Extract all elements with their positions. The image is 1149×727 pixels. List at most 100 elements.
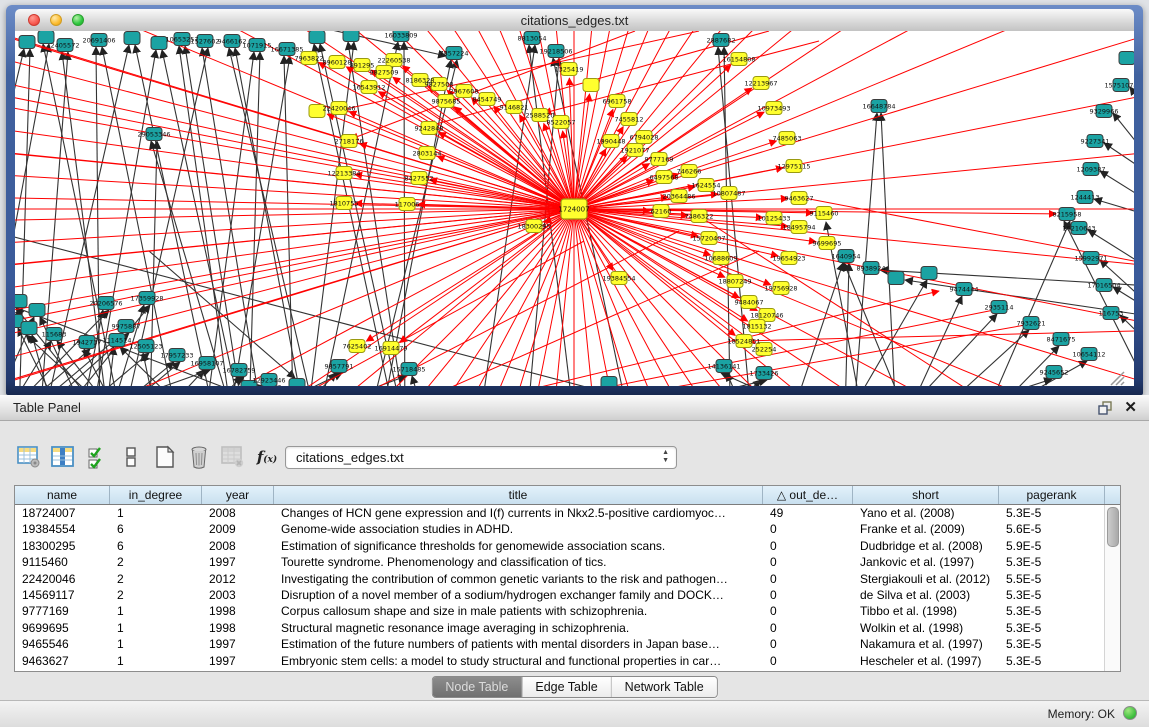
graph-node-label: 7963822 xyxy=(295,54,324,62)
cell-name: 22420046 xyxy=(15,571,110,587)
graph-node-label: 10125433 xyxy=(757,214,790,222)
table-row[interactable]: 1872400712008Changes of HCN gene express… xyxy=(15,505,1120,521)
graph-node-label: 1810755 xyxy=(330,199,359,207)
cell-in_degree: 6 xyxy=(110,521,202,537)
graph-node-label: 22420046 xyxy=(322,104,355,112)
graph-node[interactable] xyxy=(21,322,37,335)
graph-node-label: 15718485 xyxy=(392,365,425,373)
graph-node-label: 9474444 xyxy=(950,285,979,293)
select-rows-icon[interactable] xyxy=(84,444,110,470)
scrollbar-thumb[interactable] xyxy=(1107,507,1119,547)
graph-node-label: 1244413 xyxy=(1071,193,1100,201)
table-panel-title: Table Panel xyxy=(13,400,81,415)
cell-name: 19384554 xyxy=(15,521,110,537)
table-row[interactable]: 1456911722003Disruption of a novel membe… xyxy=(15,587,1120,603)
cell-name: 9777169 xyxy=(15,603,110,619)
show-column-icon[interactable] xyxy=(50,444,76,470)
graph-node[interactable] xyxy=(921,267,937,280)
column-header-pagerank[interactable]: pagerank xyxy=(999,486,1105,504)
graph-node-label: 7857224 xyxy=(440,49,469,57)
tab-network-table[interactable]: Network Table xyxy=(612,677,717,697)
cell-name: 14569117 xyxy=(15,587,110,603)
close-panel-icon[interactable]: ✕ xyxy=(1124,398,1137,416)
graph-node-label: 8522057 xyxy=(547,118,576,126)
graph-node[interactable] xyxy=(124,32,140,45)
table-row[interactable]: 1938455462009Genome-wide association stu… xyxy=(15,521,1120,537)
delete-icon[interactable] xyxy=(186,444,212,470)
table-row[interactable]: 977716911998Corpus callosum shape and si… xyxy=(15,603,1120,619)
graph-node-label: 252254 xyxy=(752,345,777,353)
graph-node-label: 18120746 xyxy=(750,311,783,319)
graph-node-label: 1071915 xyxy=(243,41,272,49)
graph-node[interactable] xyxy=(19,36,35,49)
cell-in_degree: 2 xyxy=(110,587,202,603)
graph-node-label: 8471675 xyxy=(1047,335,1076,343)
graph-node[interactable] xyxy=(15,295,27,308)
network-window-titlebar[interactable]: citations_edges.txt xyxy=(15,9,1134,32)
function-builder-icon[interactable]: f(x) xyxy=(254,444,280,470)
graph-node-label: 9484067 xyxy=(735,298,764,306)
graph-node-label: 2803144 xyxy=(413,149,442,157)
graph-node-label: 16914479 xyxy=(374,344,407,352)
graph-node-label: 9227341 xyxy=(1081,137,1110,145)
cell-year: 2008 xyxy=(202,538,274,554)
graph-node-label: 10807487 xyxy=(712,189,745,197)
cell-year: 2003 xyxy=(202,587,274,603)
cell-pagerank: 5.3E-5 xyxy=(999,505,1105,521)
vertical-scrollbar[interactable] xyxy=(1104,505,1120,671)
graph-node-label: 10654112 xyxy=(1072,350,1105,358)
table-row[interactable]: 2242004622012Investigating the contribut… xyxy=(15,571,1120,587)
float-panel-icon[interactable] xyxy=(1097,400,1113,416)
network-canvas[interactable]: 2405572206914061065325715276029466162107… xyxy=(15,31,1134,386)
graph-node-label: 22260538 xyxy=(377,56,410,64)
table-selector-dropdown[interactable]: citations_edges.txt ▲▼ xyxy=(285,446,677,469)
cell-title: Corpus callosum shape and size in male p… xyxy=(274,603,763,619)
cell-year: 2008 xyxy=(202,505,274,521)
cell-title: Structural magnetic resonance image aver… xyxy=(274,620,763,636)
memory-status-label: Memory: OK xyxy=(1048,707,1115,721)
graph-node-label: 2967608 xyxy=(450,87,479,95)
graph-node-label: 15992971 xyxy=(1074,254,1107,262)
new-file-icon[interactable] xyxy=(152,444,178,470)
graph-node-label: 1325419 xyxy=(555,65,584,73)
cell-year: 1997 xyxy=(202,636,274,652)
table-row[interactable]: 969969511998Structural magnetic resonanc… xyxy=(15,620,1120,636)
graph-node-label: 7625402 xyxy=(343,342,372,350)
tab-node-table[interactable]: Node Table xyxy=(432,677,522,697)
column-header-year[interactable]: year xyxy=(202,486,274,504)
table-row[interactable]: 946554611997Estimation of the future num… xyxy=(15,636,1120,652)
graph-node-label: 16648784 xyxy=(862,102,895,110)
row-height-icon[interactable] xyxy=(118,444,144,470)
column-header-name[interactable]: name xyxy=(15,486,110,504)
cytoscape-desktop: citations_edges.txt 24055722069140610653… xyxy=(0,0,1149,727)
cell-short: Stergiakouli et al. (2012) xyxy=(853,571,999,587)
graph-node[interactable] xyxy=(309,31,325,44)
cell-pagerank: 5.6E-5 xyxy=(999,521,1105,537)
graph-node-label: 9329966 xyxy=(1090,107,1119,115)
graph-node[interactable] xyxy=(1119,52,1134,65)
graph-node[interactable] xyxy=(601,377,617,387)
graph-node[interactable] xyxy=(888,272,904,285)
table-settings-icon[interactable] xyxy=(16,444,42,470)
column-header-short[interactable]: short xyxy=(853,486,999,504)
table-row[interactable]: 1830029562008Estimation of significance … xyxy=(15,538,1120,554)
tab-edge-table[interactable]: Edge Table xyxy=(522,677,611,697)
column-header-in_degree[interactable]: in_degree xyxy=(110,486,202,504)
network-view-window[interactable]: citations_edges.txt 24055722069140610653… xyxy=(6,5,1143,395)
column-header-title[interactable]: title xyxy=(274,486,763,504)
cell-in_degree: 1 xyxy=(110,505,202,521)
memory-status-icon[interactable] xyxy=(1123,706,1137,720)
graph-node-label: 1209387 xyxy=(1077,165,1106,173)
cell-title: Genome-wide association studies in ADHD. xyxy=(274,521,763,537)
graph-node[interactable] xyxy=(343,31,359,42)
graph-node[interactable] xyxy=(583,79,599,92)
node-table: namein_degreeyeartitle△ out_de…shortpage… xyxy=(14,485,1121,672)
cell-pagerank: 5.5E-5 xyxy=(999,571,1105,587)
cell-short: Jankovic et al. (1997) xyxy=(853,554,999,570)
graph-node[interactable] xyxy=(29,304,45,317)
column-header-out_degree[interactable]: △ out_de… xyxy=(763,486,853,504)
cell-pagerank: 5.3E-5 xyxy=(999,653,1105,669)
table-row[interactable]: 911546021997Tourette syndrome. Phenomeno… xyxy=(15,554,1120,570)
table-row[interactable]: 946362711997Embryonic stem cells: a mode… xyxy=(15,653,1120,669)
graph-node[interactable] xyxy=(289,379,305,387)
